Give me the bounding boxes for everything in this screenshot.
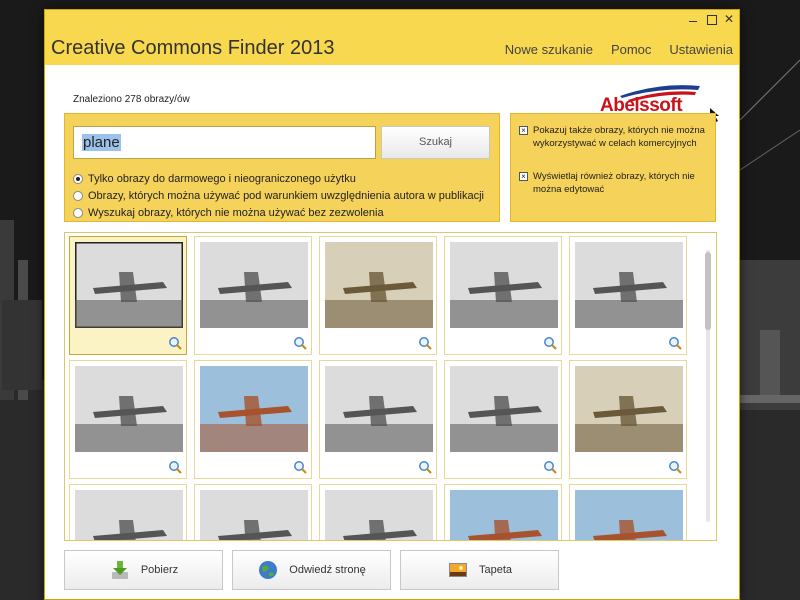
thumbnail-item[interactable]	[69, 484, 187, 540]
download-icon	[111, 561, 128, 579]
app-title: Creative Commons Finder 2013	[51, 37, 335, 59]
results-count: Znaleziono 278 obrazy/ów	[73, 94, 190, 105]
thumbnail-item[interactable]	[569, 236, 687, 355]
wallpaper-label: Tapeta	[478, 564, 513, 576]
thumbnail-item[interactable]	[569, 360, 687, 479]
thumbnail-item[interactable]	[444, 360, 562, 479]
thumbnail-image	[200, 366, 308, 452]
license-option-label: Tylko obrazy do darmowego i nieograniczo…	[88, 172, 356, 185]
license-options: Tylko obrazy do darmowego i nieograniczo…	[73, 170, 484, 221]
thumbnail-image	[75, 242, 183, 328]
thumbnail-item[interactable]	[319, 360, 437, 479]
search-button[interactable]: Szukaj	[381, 126, 490, 159]
thumbnail-image	[450, 242, 558, 328]
app-window: ✕ Creative Commons Finder 2013 Nowe szuk…	[44, 9, 740, 600]
zoom-icon[interactable]	[668, 336, 682, 350]
wallpaper-button[interactable]: Tapeta	[400, 550, 559, 590]
thumbnail-item[interactable]	[194, 360, 312, 479]
radio-icon[interactable]	[73, 207, 83, 218]
thumbnail-image	[200, 490, 308, 540]
visit-website-label: Odwiedź stronę	[289, 564, 366, 576]
filter-label: Wyświetlaj również obrazy, których nie m…	[533, 171, 695, 195]
zoom-icon[interactable]	[418, 460, 432, 474]
checkbox-checked-icon[interactable]: ×	[519, 172, 528, 181]
thumbnail-image	[325, 366, 433, 452]
thumbnail-image	[450, 366, 558, 452]
menu-help[interactable]: Pomoc	[611, 42, 651, 57]
filter-label: Pokazuj także obrazy, których nie można …	[533, 125, 705, 149]
license-option-free[interactable]: Tylko obrazy do darmowego i nieograniczo…	[73, 170, 484, 187]
thumbnail-item[interactable]	[319, 484, 437, 540]
checkbox-checked-icon[interactable]: ×	[519, 126, 528, 135]
thumbnail-item[interactable]	[194, 484, 312, 540]
license-option-label: Obrazy, których można używać pod warunki…	[88, 189, 484, 202]
thumbnail-image	[75, 366, 183, 452]
thumbnail-item[interactable]	[319, 236, 437, 355]
search-input[interactable]: plane	[73, 126, 376, 159]
thumbnail-image	[575, 242, 683, 328]
thumbnail-item[interactable]	[444, 484, 562, 540]
radio-icon[interactable]	[73, 190, 83, 201]
image-gallery	[64, 232, 717, 541]
license-option-attribution[interactable]: Obrazy, których można używać pod warunki…	[73, 187, 484, 204]
close-icon[interactable]: ✕	[723, 13, 735, 25]
menu-new-search[interactable]: Nowe szukanie	[505, 42, 593, 57]
title-bar: ✕ Creative Commons Finder 2013 Nowe szuk…	[45, 10, 739, 65]
zoom-icon[interactable]	[168, 460, 182, 474]
action-bar: Pobierz Odwiedź stronę Tapeta	[64, 550, 559, 590]
thumbnail-image	[575, 366, 683, 452]
radio-selected-icon[interactable]	[73, 173, 83, 184]
thumbnail-item[interactable]	[444, 236, 562, 355]
zoom-icon[interactable]	[293, 336, 307, 350]
thumbnail-item[interactable]	[69, 236, 187, 355]
visit-website-button[interactable]: Odwiedź stronę	[232, 550, 391, 590]
gallery-scrollbar[interactable]	[704, 238, 712, 536]
download-label: Pobierz	[140, 564, 179, 576]
search-panel: plane Szukaj Tylko obrazy do darmowego i…	[64, 113, 500, 222]
zoom-icon[interactable]	[418, 336, 432, 350]
thumbnail-image	[75, 490, 183, 540]
zoom-icon[interactable]	[293, 460, 307, 474]
scrollbar-thumb[interactable]	[705, 252, 711, 330]
filter-options-panel: × Pokazuj także obrazy, których nie możn…	[510, 113, 716, 222]
minimize-icon[interactable]	[687, 13, 699, 25]
window-controls: ✕	[687, 13, 735, 25]
zoom-icon[interactable]	[168, 336, 182, 350]
thumbnail-image	[575, 490, 683, 540]
thumbnail-item[interactable]	[194, 236, 312, 355]
globe-icon	[259, 561, 278, 579]
thumbnail-image	[200, 242, 308, 328]
license-option-label: Wyszukaj obrazy, których nie można używa…	[88, 206, 384, 219]
thumbnail-image	[450, 490, 558, 540]
menu-settings[interactable]: Ustawienia	[669, 42, 733, 57]
thumbnail-item[interactable]	[69, 360, 187, 479]
thumbnail-image	[325, 242, 433, 328]
maximize-icon[interactable]	[705, 13, 717, 25]
wallpaper-icon	[448, 563, 467, 577]
download-button[interactable]: Pobierz	[64, 550, 223, 590]
thumbnail-item[interactable]	[569, 484, 687, 540]
license-option-permission[interactable]: Wyszukaj obrazy, których nie można używa…	[73, 204, 484, 221]
filter-noncommercial[interactable]: × Pokazuj także obrazy, których nie możn…	[519, 124, 707, 150]
thumbnail-image	[325, 490, 433, 540]
top-menu: Nowe szukanie Pomoc Ustawienia	[505, 42, 733, 57]
zoom-icon[interactable]	[668, 460, 682, 474]
zoom-icon[interactable]	[543, 336, 557, 350]
zoom-icon[interactable]	[543, 460, 557, 474]
filter-noderivatives[interactable]: × Wyświetlaj również obrazy, których nie…	[519, 170, 707, 196]
search-query-text: plane	[82, 134, 121, 151]
